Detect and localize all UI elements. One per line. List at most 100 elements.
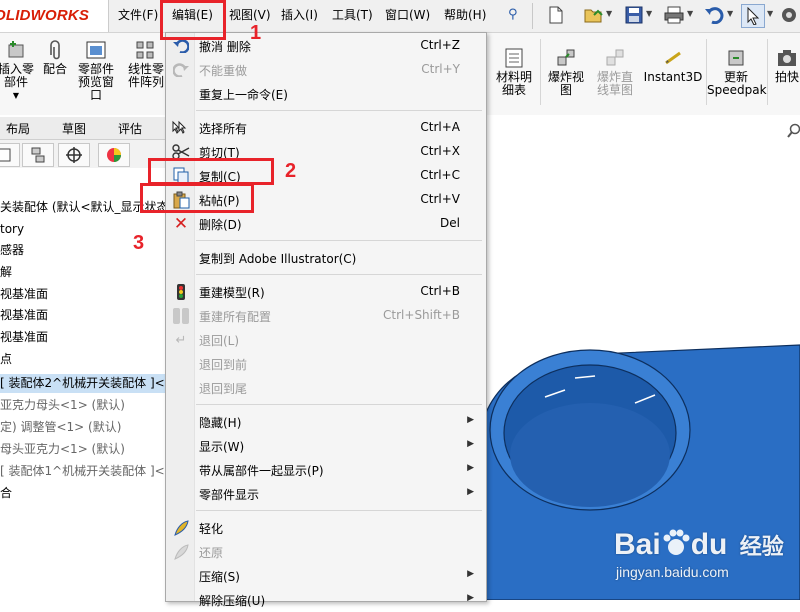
snapshot-label: 拍快	[774, 70, 799, 84]
menu-item-repeat-last[interactable]: 重复上一命令(E)	[166, 82, 486, 106]
submenu-arrow-icon: ▶	[467, 487, 474, 497]
tab-layout[interactable]: 布局	[6, 120, 30, 137]
instant3d-button[interactable]: Instant3D	[643, 47, 703, 84]
new-document-icon[interactable]	[545, 4, 567, 26]
delete-x-icon: ✕	[173, 214, 189, 234]
explode-line-sketch-button[interactable]: 爆炸直 线草图	[591, 47, 639, 97]
print-dropdown-icon[interactable]: ▼	[687, 9, 693, 18]
tree-item-assembly1[interactable]: [ 装配体1^机械开关装配体 ]<2	[0, 462, 172, 481]
update-speedpak-button[interactable]: 更新 Speedpak	[707, 47, 767, 97]
select-pointer-icon[interactable]	[741, 4, 765, 28]
menu-item-lightweight[interactable]: 轻化	[166, 516, 486, 540]
menu-item-show[interactable]: 显示(W) ▶	[166, 434, 486, 458]
annotation-box-paste	[140, 183, 254, 213]
menu-item-label: 轻化	[199, 522, 224, 536]
menu-item-show-with-dependents[interactable]: 带从属部件一起显示(P) ▶	[166, 458, 486, 482]
menu-item-hide[interactable]: 隐藏(H) ▶	[166, 410, 486, 434]
select-dropdown-icon[interactable]: ▼	[767, 9, 773, 18]
tree-item-annotations[interactable]: 解	[0, 263, 12, 282]
menu-item-copy-to-illustrator[interactable]: 复制到 Adobe Illustrator(C)	[166, 246, 486, 270]
menu-item-roll-to-previous[interactable]: 退回到前	[166, 352, 486, 376]
menu-item-select-all[interactable]: 选择所有 Ctrl+A	[166, 116, 486, 140]
pin-icon[interactable]: ⚲	[508, 7, 518, 22]
rebuild-toolbar-icon[interactable]	[778, 4, 800, 26]
insert-component-button[interactable]: 插入零 部件 ▼	[0, 39, 38, 102]
snapshot-button[interactable]: 拍快	[770, 47, 800, 84]
mate-button[interactable]: 配合	[38, 39, 72, 76]
undo-toolbar-icon[interactable]	[703, 4, 725, 26]
tree-item-top-plane[interactable]: 视基准面	[0, 306, 48, 325]
tree-item-assembly2[interactable]: [ 装配体2^机械开关装配体 ]<1	[0, 374, 172, 393]
tree-item-front-plane[interactable]: 视基准面	[0, 285, 48, 304]
menu-insert[interactable]: 插入(I)	[281, 6, 318, 23]
annotation-box-edit-menu	[160, 0, 226, 40]
menu-tools[interactable]: 工具(T)	[332, 6, 373, 23]
menu-separator	[196, 110, 482, 111]
feather-icon	[172, 519, 190, 537]
command-tabs: 布局 草图 评估	[0, 117, 165, 140]
explode-view-icon	[557, 49, 575, 66]
rollback-arrow-icon: ↵	[175, 332, 187, 348]
menu-file[interactable]: 文件(F)	[118, 6, 158, 23]
bom-button[interactable]: 材料明 细表	[490, 47, 538, 97]
edit-menu-dropdown: 撤消 删除 Ctrl+Z 不能重做 Ctrl+Y 重复上一命令(E) 选择所有 …	[165, 32, 487, 608]
menu-item-delete[interactable]: ✕ 删除(D) Del	[166, 212, 486, 236]
tree-item-acrylic-female-head[interactable]: 亚克力母头<1> (默认)	[0, 396, 125, 415]
component-preview-icon	[86, 41, 106, 59]
menu-item-rebuild-all[interactable]: 重建所有配置 Ctrl+Shift+B	[166, 304, 486, 328]
property-manager-tab-icon[interactable]	[22, 143, 54, 167]
linear-pattern-button[interactable]: 线性零 件阵列	[124, 39, 168, 89]
tree-item-right-plane[interactable]: 视基准面	[0, 328, 48, 347]
menu-item-rollback[interactable]: ↵ 退回(L)	[166, 328, 486, 352]
save-dropdown-icon[interactable]: ▼	[646, 9, 652, 18]
print-icon[interactable]	[663, 4, 685, 26]
bom-icon	[505, 48, 523, 68]
resolve-icon	[172, 543, 190, 561]
menu-item-label: 重建所有配置	[199, 310, 272, 324]
menu-item-suppress[interactable]: 压缩(S) ▶	[166, 564, 486, 588]
annotation-number-2: 2	[285, 160, 297, 182]
tab-sketch[interactable]: 草图	[62, 120, 86, 137]
tab-evaluate[interactable]: 评估	[118, 120, 142, 137]
menu-separator	[196, 274, 482, 275]
submenu-arrow-icon: ▶	[467, 593, 474, 603]
save-icon[interactable]	[623, 4, 645, 26]
menu-item-label: 删除(D)	[199, 218, 242, 232]
tree-item-sensors[interactable]: 感器	[0, 241, 24, 260]
menu-item-label: 隐藏(H)	[199, 416, 242, 430]
traffic-light-icon	[172, 283, 190, 301]
menu-separator	[196, 240, 482, 241]
tree-item-history[interactable]: tory	[0, 220, 24, 239]
submenu-arrow-icon: ▶	[467, 463, 474, 473]
feature-tree-tab-icon[interactable]	[0, 143, 20, 167]
menu-item-component-display[interactable]: 零部件显示 ▶	[166, 482, 486, 506]
explode-view-button[interactable]: 爆炸视 图	[542, 47, 590, 97]
tree-item-mates[interactable]: 合	[0, 484, 12, 503]
tree-item-origin[interactable]: 点	[0, 350, 12, 369]
menu-item-redo[interactable]: 不能重做 Ctrl+Y	[166, 58, 486, 82]
menu-item-shortcut: Ctrl+V	[420, 192, 460, 206]
menu-item-rebuild[interactable]: 重建模型(R) Ctrl+B	[166, 280, 486, 304]
menu-window[interactable]: 窗口(W)	[385, 6, 430, 23]
menu-help[interactable]: 帮助(H)	[444, 6, 486, 23]
annotation-box-copy	[148, 158, 274, 185]
tree-item-adjust-tube[interactable]: 定) 调整管<1> (默认)	[0, 418, 121, 437]
menu-item-resolve[interactable]: 还原	[166, 540, 486, 564]
insert-component-dropdown-icon[interactable]: ▼	[0, 89, 38, 102]
menu-item-label: 还原	[199, 546, 224, 560]
menu-item-shortcut: Ctrl+B	[420, 284, 460, 298]
tree-item-female-acrylic[interactable]: 母头亚克力<1> (默认)	[0, 440, 125, 459]
menu-item-label: 带从属部件一起显示(P)	[199, 464, 324, 478]
menu-view[interactable]: 视图(V)	[229, 6, 271, 23]
update-speedpak-label-2: Speedpak	[707, 83, 767, 97]
menu-item-roll-to-end[interactable]: 退回到尾	[166, 376, 486, 400]
display-manager-tab-icon[interactable]	[98, 143, 130, 167]
annotation-number-1: 1	[250, 22, 262, 44]
open-dropdown-icon[interactable]: ▼	[606, 9, 612, 18]
menu-item-unsuppress[interactable]: 解除压缩(U) ▶	[166, 588, 486, 612]
open-folder-icon[interactable]	[583, 4, 605, 26]
component-preview-button[interactable]: 零部件 预览窗 口	[74, 39, 118, 102]
undo-dropdown-icon[interactable]: ▼	[727, 9, 733, 18]
instant3d-icon	[665, 51, 681, 65]
configuration-manager-tab-icon[interactable]	[58, 143, 90, 167]
